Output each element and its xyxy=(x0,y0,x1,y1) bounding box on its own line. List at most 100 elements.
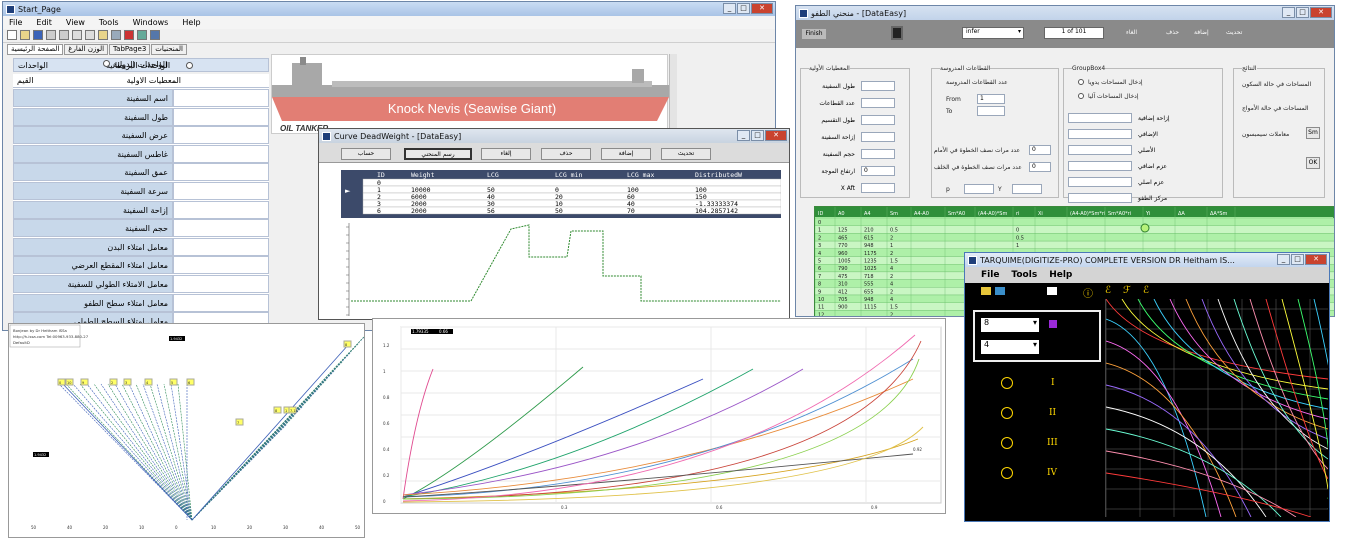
copy-icon[interactable] xyxy=(85,30,95,40)
value-cell[interactable] xyxy=(173,182,269,200)
purple-swatch[interactable] xyxy=(1049,320,1057,328)
aft-half-spinner[interactable]: 0 xyxy=(1029,162,1051,172)
menu-tools[interactable]: Tools xyxy=(1011,270,1037,280)
action-cancel[interactable]: الغاء xyxy=(1126,29,1137,36)
formula-e2-icon[interactable]: ℰ xyxy=(1143,285,1149,296)
value-cell[interactable] xyxy=(173,219,269,238)
close-icon[interactable]: ✕ xyxy=(1305,254,1327,265)
param-input[interactable] xyxy=(861,183,895,193)
maximize-icon[interactable]: □ xyxy=(1291,254,1304,265)
tarquime-titlebar[interactable]: TARQUIME(DIGITIZE-PRO) COMPLETE VERSION … xyxy=(965,253,1329,267)
to-input[interactable] xyxy=(977,106,1005,116)
value-cell[interactable] xyxy=(173,89,269,107)
minimize-icon[interactable]: _ xyxy=(1282,7,1295,18)
grid-icon[interactable] xyxy=(137,30,147,40)
deadweight-titlebar[interactable]: Curve DeadWeight - [DataEasy] _ □ ✕ xyxy=(319,129,789,143)
g3-input[interactable] xyxy=(1068,193,1132,203)
pager[interactable]: 1 of 101 xyxy=(1044,27,1104,39)
radio-british[interactable] xyxy=(186,62,193,69)
menu-edit[interactable]: Edit xyxy=(36,18,52,27)
param-input[interactable] xyxy=(861,81,895,91)
data-window-titlebar[interactable]: منحني الطفو - [DataEasy] _ □ ✕ xyxy=(796,6,1334,20)
param-input[interactable]: 0 xyxy=(861,166,895,176)
g3-input[interactable] xyxy=(1068,145,1132,155)
open-icon[interactable] xyxy=(20,30,30,40)
tab-page3[interactable]: TabPage3 xyxy=(109,44,151,55)
maximize-icon[interactable]: □ xyxy=(737,3,750,14)
tq-combo-1[interactable]: 8 ▾ xyxy=(981,318,1039,332)
action-delete[interactable]: حذف xyxy=(1166,29,1179,36)
folder-icon[interactable] xyxy=(981,287,991,295)
clock-icon[interactable] xyxy=(1001,437,1013,449)
value-cell[interactable] xyxy=(173,163,269,182)
from-input[interactable]: 1 xyxy=(977,94,1005,104)
param-input[interactable] xyxy=(861,149,895,159)
sm-button[interactable]: Sm xyxy=(1306,127,1320,139)
y-input[interactable] xyxy=(1012,184,1042,194)
value-cell[interactable] xyxy=(173,126,269,145)
new-icon[interactable] xyxy=(7,30,17,40)
value-cell[interactable] xyxy=(173,256,269,275)
value-cell[interactable] xyxy=(173,237,269,256)
record-combo[interactable]: infer ▾ xyxy=(962,27,1024,39)
cut-icon[interactable] xyxy=(72,30,82,40)
white-box-icon[interactable] xyxy=(1047,287,1057,295)
start-page-titlebar[interactable]: Start_Page _ □ ✕ xyxy=(3,2,775,16)
tq-combo-2[interactable]: 4 ▾ xyxy=(981,340,1039,354)
close-icon[interactable]: ✕ xyxy=(751,3,773,14)
menu-view[interactable]: View xyxy=(66,18,85,27)
close-icon[interactable]: ✕ xyxy=(1310,7,1332,18)
menu-file[interactable]: File xyxy=(9,18,22,27)
action-add[interactable]: إضافة xyxy=(1194,29,1209,36)
flag-icon[interactable] xyxy=(124,30,134,40)
value-cell[interactable] xyxy=(173,144,269,163)
help-icon[interactable] xyxy=(150,30,160,40)
paste-icon[interactable] xyxy=(98,30,108,40)
param-input[interactable] xyxy=(861,132,895,142)
radio-auto[interactable] xyxy=(1078,93,1084,99)
action-refresh[interactable]: تحديث xyxy=(1226,29,1242,36)
ok-button[interactable]: OK xyxy=(1306,157,1320,169)
g3-input[interactable] xyxy=(1068,113,1132,123)
p-input[interactable] xyxy=(964,184,994,194)
dw-refresh-button[interactable]: تحديث xyxy=(661,148,711,160)
minimize-icon[interactable]: _ xyxy=(737,130,750,141)
print-icon[interactable] xyxy=(46,30,56,40)
dw-draw-curve-button[interactable]: رسم المنحني xyxy=(404,148,472,160)
param-input[interactable] xyxy=(861,98,895,108)
g3-input[interactable] xyxy=(1068,177,1132,187)
minimize-icon[interactable]: _ xyxy=(1277,254,1290,265)
save-icon[interactable] xyxy=(33,30,43,40)
dw-cancel-button[interactable]: إلغاء xyxy=(481,148,531,160)
value-cell[interactable] xyxy=(173,275,269,293)
minimize-icon[interactable]: _ xyxy=(723,3,736,14)
printer-icon[interactable] xyxy=(995,287,1005,295)
tab-main[interactable]: الصفحة الرئيسية xyxy=(7,44,64,55)
menu-help[interactable]: Help xyxy=(1049,270,1072,280)
clock-icon[interactable] xyxy=(1001,377,1013,389)
menu-tools[interactable]: Tools xyxy=(99,18,119,27)
menu-help[interactable]: Help xyxy=(182,18,200,27)
finish-button[interactable]: Finish xyxy=(801,28,827,40)
value-cell[interactable] xyxy=(173,200,269,219)
dw-add-button[interactable]: إضافة xyxy=(601,148,651,160)
param-input[interactable] xyxy=(861,115,895,125)
dw-calc-button[interactable]: حساب xyxy=(341,148,391,160)
formula-e-icon[interactable]: ℰ xyxy=(1105,285,1111,296)
preview-icon[interactable] xyxy=(59,30,69,40)
undo-icon[interactable] xyxy=(111,30,121,40)
clock-icon[interactable] xyxy=(1001,467,1013,479)
menu-windows[interactable]: Windows xyxy=(133,18,169,27)
menu-file[interactable]: File xyxy=(981,270,999,280)
value-cell[interactable] xyxy=(173,293,269,312)
close-icon[interactable]: ✕ xyxy=(765,130,787,141)
radio-manual[interactable] xyxy=(1078,79,1084,85)
formula-f-icon[interactable]: ℱ xyxy=(1123,285,1131,296)
g3-input[interactable] xyxy=(1068,129,1132,139)
dw-delete-button[interactable]: حذف xyxy=(541,148,591,160)
radio-intl[interactable] xyxy=(103,60,110,67)
maximize-icon[interactable]: □ xyxy=(751,130,764,141)
floppy-icon[interactable] xyxy=(891,26,903,40)
fwd-half-spinner[interactable]: 0 xyxy=(1029,145,1051,155)
info-icon[interactable]: ⓘ xyxy=(1083,285,1093,300)
